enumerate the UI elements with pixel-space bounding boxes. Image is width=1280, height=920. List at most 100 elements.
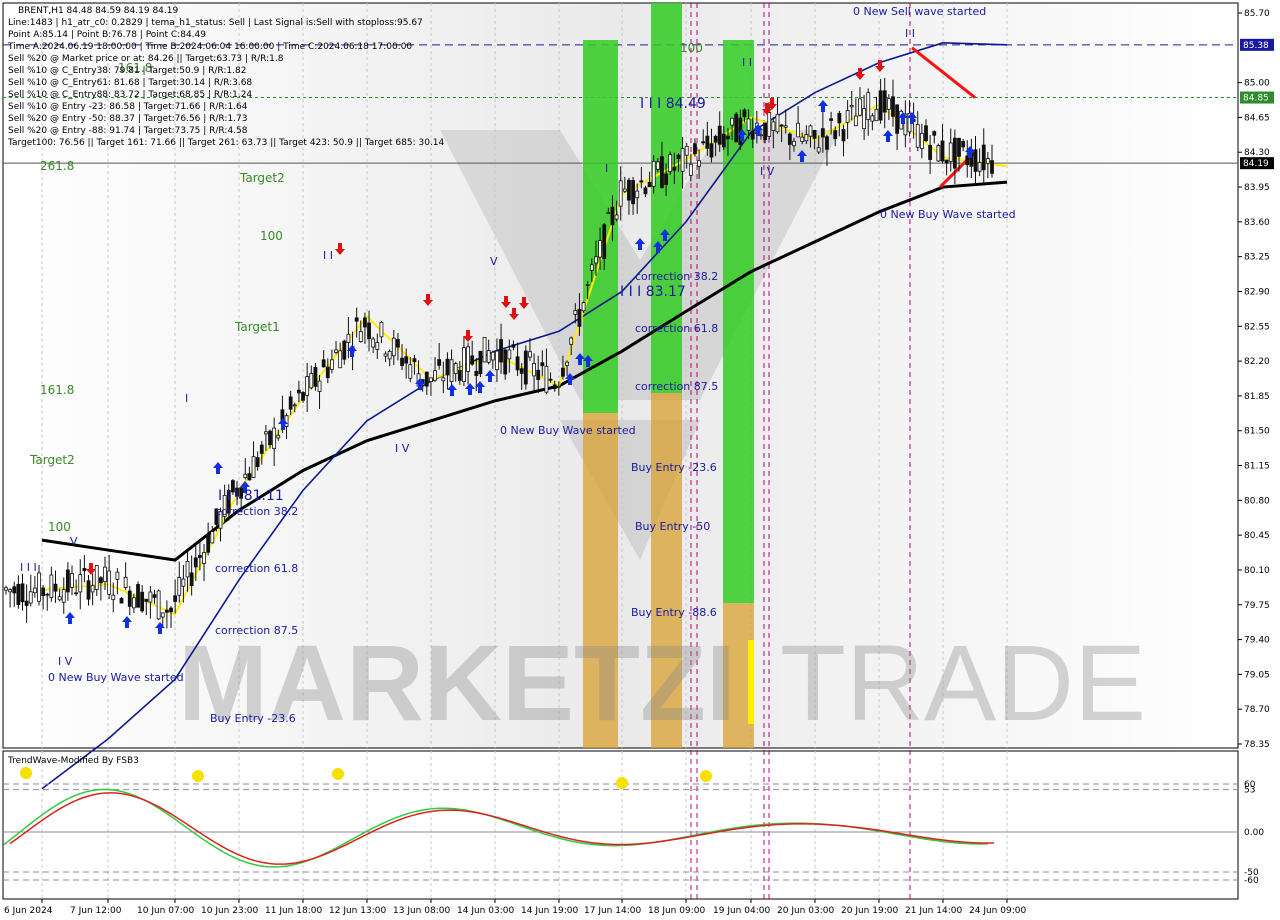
band-yellow-marker	[748, 640, 754, 724]
price-tick-label: 80.10	[1244, 566, 1270, 576]
price-tick-label: 80.45	[1244, 531, 1270, 541]
candle-body	[305, 376, 310, 396]
wave-label: I I	[323, 249, 333, 262]
candle-body	[990, 160, 994, 174]
candle-body	[20, 583, 25, 603]
wave-label: I I I 84.49	[640, 96, 706, 112]
price-tag-label: 84.85	[1243, 94, 1269, 104]
candle-body	[561, 367, 565, 377]
wave-label: V	[70, 535, 78, 548]
candle-body	[829, 118, 834, 121]
candle-body	[870, 115, 875, 122]
candle-body	[589, 264, 594, 271]
candle-body	[643, 187, 648, 195]
candle-body	[948, 142, 953, 162]
candle-body	[259, 444, 264, 454]
level-label: Target2	[239, 171, 285, 185]
header-line: Sell %10 @ C_Entry38: 79.81 | Target:50.…	[8, 66, 246, 76]
candle-body	[495, 350, 499, 371]
wave-label: 0 New Buy Wave started	[500, 424, 636, 437]
price-tick-label: 82.90	[1244, 287, 1270, 297]
candle-body	[816, 147, 821, 153]
candle-body	[684, 145, 689, 156]
candle-body	[981, 144, 986, 171]
candle-body	[61, 589, 66, 603]
wave-label: I I I 81.11	[218, 488, 284, 504]
candle-body	[693, 143, 697, 155]
candle-body	[462, 347, 466, 382]
candle-body	[639, 180, 644, 183]
candle-body	[309, 373, 314, 389]
candle-body	[734, 113, 739, 143]
price-tick-label: 84.65	[1244, 113, 1270, 123]
candle-body	[932, 131, 937, 136]
header-line: Sell %20 @ Market price or at: 84.26 || …	[8, 54, 284, 64]
candle-body	[474, 370, 479, 376]
candle-body	[276, 434, 281, 439]
wave-label: Buy Entry -88.6	[631, 606, 717, 619]
candle-body	[742, 109, 747, 118]
wave-label: Buy Entry -50	[635, 520, 710, 533]
candle-body	[400, 357, 404, 366]
candle-body	[944, 159, 949, 164]
candle-body	[301, 392, 305, 401]
candle-body	[313, 367, 318, 387]
candle-body	[515, 356, 520, 371]
candle-body	[86, 580, 91, 600]
candle-body	[115, 571, 120, 580]
wave-label: I I I 83.17	[620, 284, 686, 300]
candle-body	[973, 149, 978, 172]
candle-body	[668, 154, 673, 173]
candle-body	[78, 574, 83, 593]
candle-body	[750, 130, 755, 140]
price-tag-label: 84.19	[1243, 159, 1269, 169]
chart-canvas[interactable]: MARKETZI TRADE 261.8Target2100Target1161…	[0, 0, 1280, 920]
candle-body	[74, 592, 79, 595]
candle-body	[701, 141, 706, 144]
wave-label: I I	[742, 56, 752, 69]
candle-body	[573, 309, 578, 315]
price-tick-label: 78.70	[1244, 705, 1270, 715]
candle-body	[375, 342, 380, 350]
indicator-dot	[20, 767, 32, 779]
candle-body	[721, 133, 726, 148]
indicator-axis-label: -60	[1244, 876, 1259, 886]
candle-body	[156, 590, 161, 620]
candle-body	[169, 607, 173, 613]
candle-body	[367, 322, 371, 340]
candle-body	[833, 130, 838, 139]
candle-body	[391, 337, 396, 357]
candle-body	[651, 160, 656, 187]
candle-body	[131, 597, 136, 609]
candle-body	[70, 573, 74, 588]
header-line: Point A:85.14 | Point B:76.78 | Point C:…	[8, 30, 206, 40]
candle-body	[618, 180, 623, 207]
header-line: Line:1483 | h1_atr_c0: 0.2829 | tema_h1_…	[8, 18, 423, 28]
wave-label: Buy Entry -23.6	[210, 712, 296, 725]
level-label: 261.8	[40, 159, 74, 173]
price-tick-label: 85.00	[1244, 79, 1270, 89]
candle-body	[160, 612, 165, 618]
time-tick-label: 14 Jun 19:00	[521, 906, 578, 916]
candle-body	[647, 181, 652, 188]
header-line: Sell %10 @ Entry -23: 86.58 | Target:71.…	[8, 102, 248, 112]
price-tick-label: 82.55	[1244, 322, 1270, 332]
candle-body	[985, 158, 990, 164]
wave-label: I I	[905, 27, 915, 40]
wave-label: correction 61.8	[215, 562, 298, 575]
candle-body	[49, 574, 54, 598]
candle-body	[478, 350, 483, 375]
candle-body	[164, 609, 169, 613]
candle-body	[866, 92, 871, 121]
candle-body	[98, 577, 103, 584]
candle-body	[321, 359, 326, 368]
candle-body	[581, 302, 586, 312]
price-tick-label: 83.95	[1244, 183, 1270, 193]
candle-body	[383, 353, 388, 357]
candle-body	[928, 144, 933, 160]
header-line: Sell %10 @ C_Entry88: 83.72 | Target:68.…	[8, 90, 252, 100]
candle-body	[177, 577, 182, 596]
candle-body	[882, 90, 887, 113]
candle-body	[111, 594, 116, 601]
candle-body	[503, 349, 508, 375]
